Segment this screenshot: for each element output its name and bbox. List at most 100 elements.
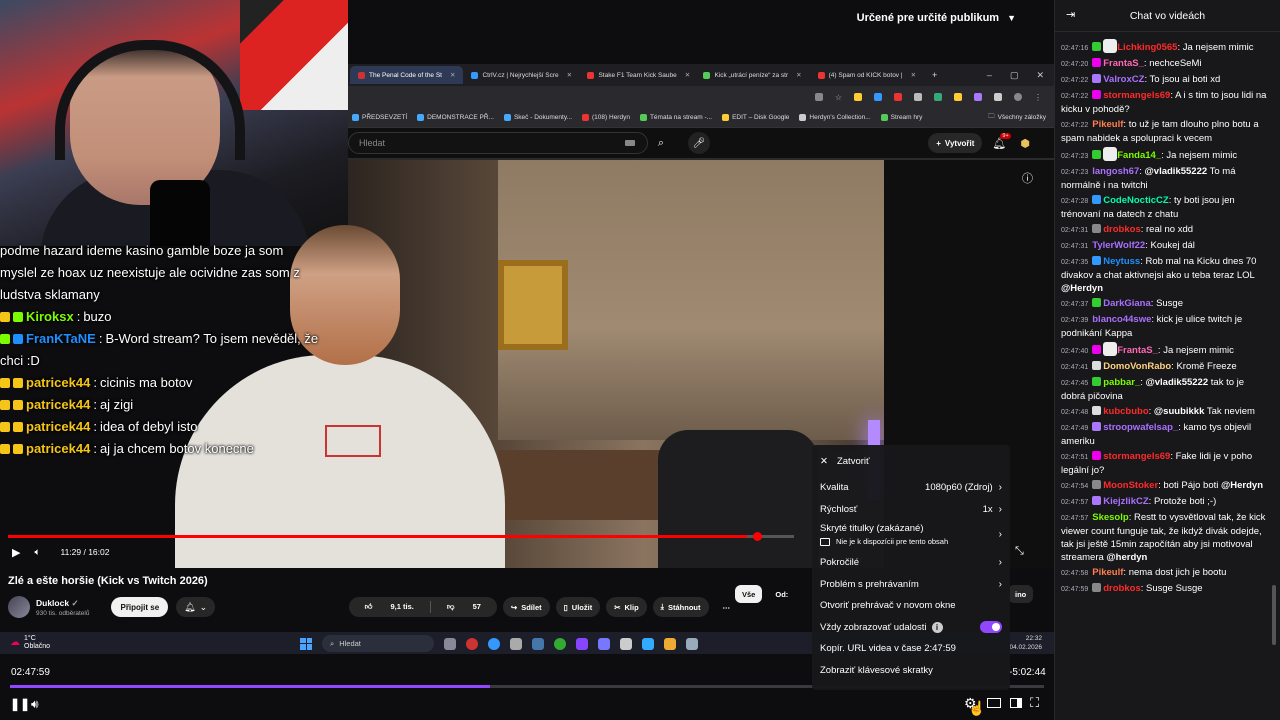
puzzle-icon[interactable] (994, 93, 1002, 101)
chat-badge-icon[interactable] (1092, 150, 1102, 159)
star-icon[interactable]: ☆ (835, 93, 842, 102)
extension-icon[interactable] (954, 93, 962, 101)
chat-timestamp[interactable]: 02:47:23 (1061, 169, 1088, 176)
extension-icon[interactable] (814, 93, 823, 101)
windows-start-icon[interactable] (300, 637, 312, 650)
chat-timestamp[interactable]: 02:47:22 (1061, 77, 1088, 84)
chat-username[interactable]: Pikeulf (1092, 567, 1123, 578)
chat-timestamp[interactable]: 02:47:40 (1061, 348, 1088, 355)
chat-badge-icon[interactable] (1092, 496, 1102, 505)
menu-speed[interactable]: Rýchlosť 1x › (820, 499, 1002, 521)
volume-icon[interactable]: 🔊︎ (31, 697, 39, 712)
play-icon[interactable]: ▶ (12, 546, 20, 559)
close-icon[interactable]: ✕ (911, 71, 916, 79)
browser-tab[interactable]: (4) Spam od KICK botov | ✕ (810, 66, 924, 84)
chat-mention[interactable]: @Herdyn (1221, 480, 1263, 491)
chat-mention[interactable]: @Herdyn (1061, 283, 1103, 294)
chat-badge-icon[interactable] (1092, 345, 1102, 354)
close-icon[interactable]: ✕ (450, 71, 455, 79)
close-icon[interactable]: ✕ (796, 71, 801, 79)
audience-header[interactable]: Určené pre určité publikum ▼ (348, 0, 1054, 36)
chat-timestamp[interactable]: 02:47:51 (1061, 454, 1088, 461)
chat-scrollbar[interactable] (1272, 585, 1276, 645)
chat-timestamp[interactable]: 02:47:57 (1061, 499, 1088, 506)
bookmark-item[interactable]: Stream hry (880, 114, 922, 121)
chat-username[interactable]: MoonStoker (1103, 480, 1158, 491)
browser-tab[interactable]: Kick „utrácí peníze“ za str ✕ (695, 66, 809, 84)
menu-always-show-events[interactable]: Vždy zobrazovať udalosti i (820, 617, 1002, 639)
chat-timestamp[interactable]: 02:47:45 (1061, 380, 1088, 387)
app-icon[interactable] (576, 637, 588, 650)
expand-icon[interactable]: ⤡ (1015, 545, 1024, 558)
chat-username[interactable]: DomoVonRabo (1103, 361, 1171, 372)
yt-progress-handle[interactable] (753, 532, 762, 541)
chat-badge-icon[interactable] (1092, 361, 1102, 370)
task-view-icon[interactable] (444, 637, 456, 650)
menu-quality[interactable]: Kvalita 1080p60 (Zdroj) › (820, 477, 1002, 499)
chat-timestamp[interactable]: 02:47:41 (1061, 364, 1088, 371)
chip-from[interactable]: Od: (768, 585, 795, 603)
chat-username[interactable]: drobkos (1103, 224, 1140, 235)
chat-mention[interactable]: @suubikkk (1154, 406, 1204, 417)
chat-timestamp[interactable]: 02:47:35 (1061, 259, 1088, 266)
channel-name[interactable]: Duklock ✓ (36, 598, 89, 609)
chat-username[interactable]: FrantaS_ (1117, 345, 1158, 356)
chat-badge-icon[interactable] (1092, 256, 1102, 265)
chat-username[interactable]: blanco44swe (1092, 314, 1151, 325)
chat-username[interactable]: Fanda14_ (1117, 150, 1161, 161)
app-icon[interactable] (466, 637, 478, 650)
video-stage[interactable]: Určené pre určité publikum ▼ The Penal C… (0, 0, 1054, 720)
chat-username[interactable]: stroopwafelsap_ (1103, 422, 1178, 433)
chat-timestamp[interactable]: 02:47:57 (1061, 515, 1088, 522)
chat-username[interactable]: Skesolp (1092, 512, 1128, 523)
all-bookmarks[interactable]: 🗀︎ Všechny záložky (988, 112, 1054, 123)
extension-icon[interactable] (894, 93, 902, 101)
close-icon[interactable]: ✕ (567, 71, 572, 79)
save-button[interactable]: ▯ Uložit (555, 597, 601, 617)
info-icon[interactable]: i (931, 621, 943, 633)
chat-timestamp[interactable]: 02:47:58 (1061, 570, 1088, 577)
menu-playback-problem[interactable]: Problém s prehrávaním › (820, 574, 1002, 596)
minimize-icon[interactable]: – (987, 70, 992, 81)
weather-widget[interactable]: ☁ 1°C Oblačno (10, 635, 50, 651)
theater-mode-icon[interactable] (987, 698, 1001, 708)
like-dislike-button[interactable]: 👍︎ 9,1 tis. 👎︎ 57 (348, 597, 497, 617)
chat-mention[interactable]: @vladik55222 (1146, 377, 1209, 388)
chat-mention[interactable]: @vladik55222 (1145, 166, 1208, 177)
avatar[interactable]: ⬢ (1020, 137, 1030, 150)
discord-icon[interactable] (598, 637, 610, 650)
like-button[interactable]: 👍︎ 9,1 tis. (349, 602, 430, 612)
chat-username[interactable]: stormangels69 (1103, 90, 1170, 101)
share-button[interactable]: ↪ Sdílet (502, 597, 550, 617)
chip-extra[interactable]: ino (1008, 585, 1034, 603)
bookmark-item[interactable]: Skeč - Dokumenty... (503, 114, 572, 121)
app-icon[interactable] (532, 637, 544, 650)
chat-username[interactable]: Pikeulf (1092, 119, 1123, 130)
chat-badge-icon[interactable] (1092, 451, 1102, 460)
maximize-icon[interactable]: ▢ (1010, 70, 1019, 81)
close-icon[interactable]: ✕ (1036, 70, 1044, 81)
chat-username[interactable]: stormangels69 (1103, 451, 1170, 462)
menu-keyboard-shortcuts[interactable]: Zobraziť klávesové skratky (820, 660, 1002, 682)
taskbar-search[interactable]: ⌕ Hledat (322, 635, 434, 652)
info-icon[interactable]: ⓘ (1022, 170, 1033, 186)
bookmark-item[interactable]: EDIT – Disk Google (722, 114, 789, 121)
browser-tab[interactable]: Stake F1 Team Kick Saube ✕ (579, 66, 695, 84)
chat-timestamp[interactable]: 02:47:37 (1061, 301, 1088, 308)
chat-username[interactable]: FrantaS_ (1103, 58, 1144, 69)
yt-progress-bar[interactable] (8, 532, 794, 541)
menu-advanced[interactable]: Pokročilé › (820, 552, 1002, 574)
chat-timestamp[interactable]: 02:47:59 (1061, 586, 1088, 593)
app-icon[interactable] (488, 637, 500, 650)
close-icon[interactable]: ✕ (685, 71, 690, 79)
chat-username[interactable]: Neytuss (1103, 256, 1140, 267)
chat-timestamp[interactable]: 02:47:22 (1061, 122, 1088, 129)
chat-badge-icon[interactable] (1092, 90, 1102, 99)
browser-tab[interactable]: The Penal Code of the St ✕ (350, 66, 464, 84)
chat-badge-icon[interactable] (1092, 224, 1102, 233)
chat-timestamp[interactable]: 02:47:16 (1061, 45, 1088, 52)
chat-timestamp[interactable]: 02:47:49 (1061, 425, 1088, 432)
chat-badge-icon[interactable] (1092, 480, 1102, 489)
new-tab-button[interactable]: + (924, 70, 945, 80)
keyboard-icon[interactable] (625, 140, 635, 146)
